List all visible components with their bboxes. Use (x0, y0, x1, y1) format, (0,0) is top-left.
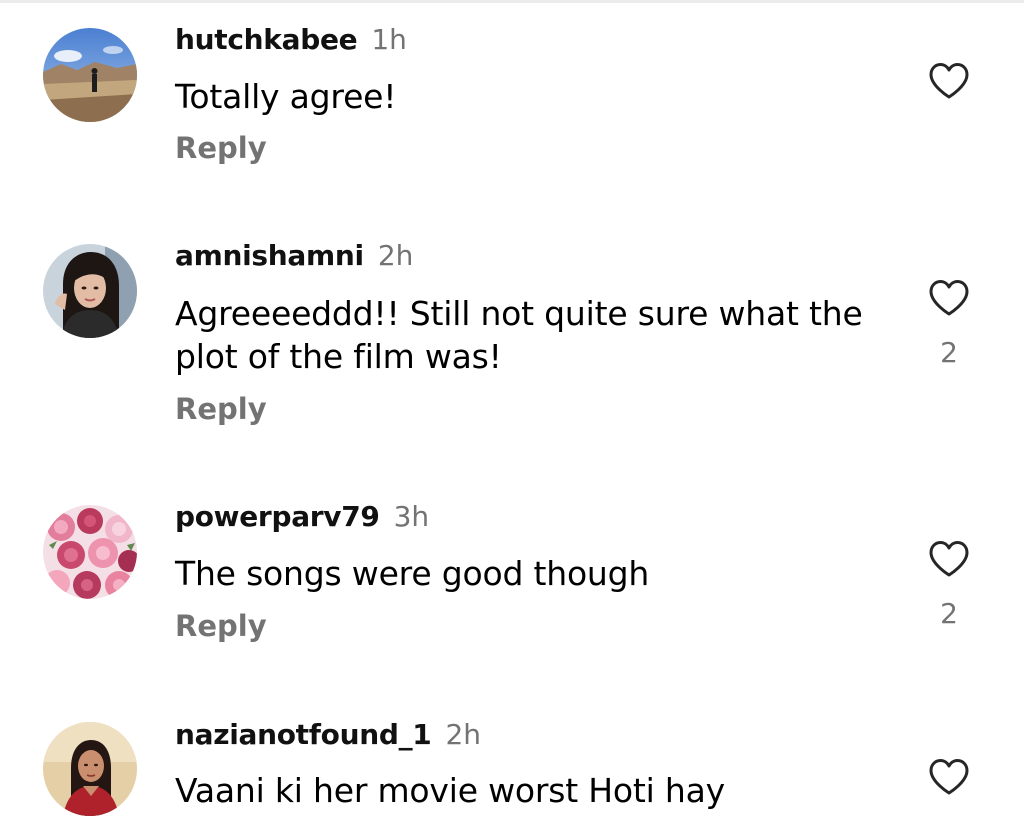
comment-text: Agreeeeddd!! Still not quite sure what t… (175, 294, 863, 376)
username[interactable]: nazianotfound_1 (175, 718, 432, 751)
heart-outline-icon (929, 541, 969, 577)
reply-button[interactable]: Reply (175, 612, 267, 641)
like-button[interactable] (927, 539, 971, 579)
avatar[interactable] (43, 722, 137, 816)
pink-roses-avatar-icon (43, 505, 137, 599)
comment-text: Vaani ki her movie worst Hoti hay (175, 771, 725, 810)
reply-button[interactable]: Reply (175, 134, 267, 163)
heart-outline-icon (929, 759, 969, 795)
like-button[interactable] (927, 757, 971, 797)
comment-header: hutchkabee 1h (175, 26, 407, 54)
avatar[interactable] (43, 505, 137, 599)
like-count: 2 (940, 597, 958, 630)
comment-item: amnishamni 2h Agreeeeddd!! Still not quit… (0, 220, 1024, 460)
username[interactable]: amnishamni (175, 239, 364, 272)
like-button[interactable] (927, 278, 971, 318)
timestamp: 2h (377, 239, 414, 272)
comment-text: Totally agree! (175, 77, 397, 116)
comment-text: The songs were good though (175, 554, 650, 593)
avatar[interactable] (43, 244, 137, 338)
like-count: 2 (940, 336, 958, 369)
desert-landscape-avatar-icon (43, 28, 137, 122)
username[interactable]: powerparv79 (175, 500, 380, 533)
comment-header: amnishamni 2h (175, 242, 413, 270)
comment-header: powerparv79 3h (175, 503, 429, 531)
comment-item: nazianotfound_1 2h Vaani ki her movie wor… (0, 700, 1024, 820)
heart-outline-icon (929, 280, 969, 316)
timestamp: 3h (393, 500, 430, 533)
woman-portrait-avatar-icon (43, 244, 137, 338)
woman-red-dress-avatar-icon (43, 722, 137, 816)
comment-header: nazianotfound_1 2h (175, 721, 481, 749)
avatar[interactable] (43, 28, 137, 122)
comment-item: powerparv79 3h The songs were good though… (0, 480, 1024, 700)
like-button[interactable] (927, 61, 971, 101)
username[interactable]: hutchkabee (175, 23, 358, 56)
timestamp: 2h (445, 718, 482, 751)
heart-outline-icon (929, 63, 969, 99)
reply-button[interactable]: Reply (175, 395, 267, 424)
comment-item: hutchkabee 1h Totally agree! Reply (0, 0, 1024, 200)
timestamp: 1h (371, 23, 407, 56)
